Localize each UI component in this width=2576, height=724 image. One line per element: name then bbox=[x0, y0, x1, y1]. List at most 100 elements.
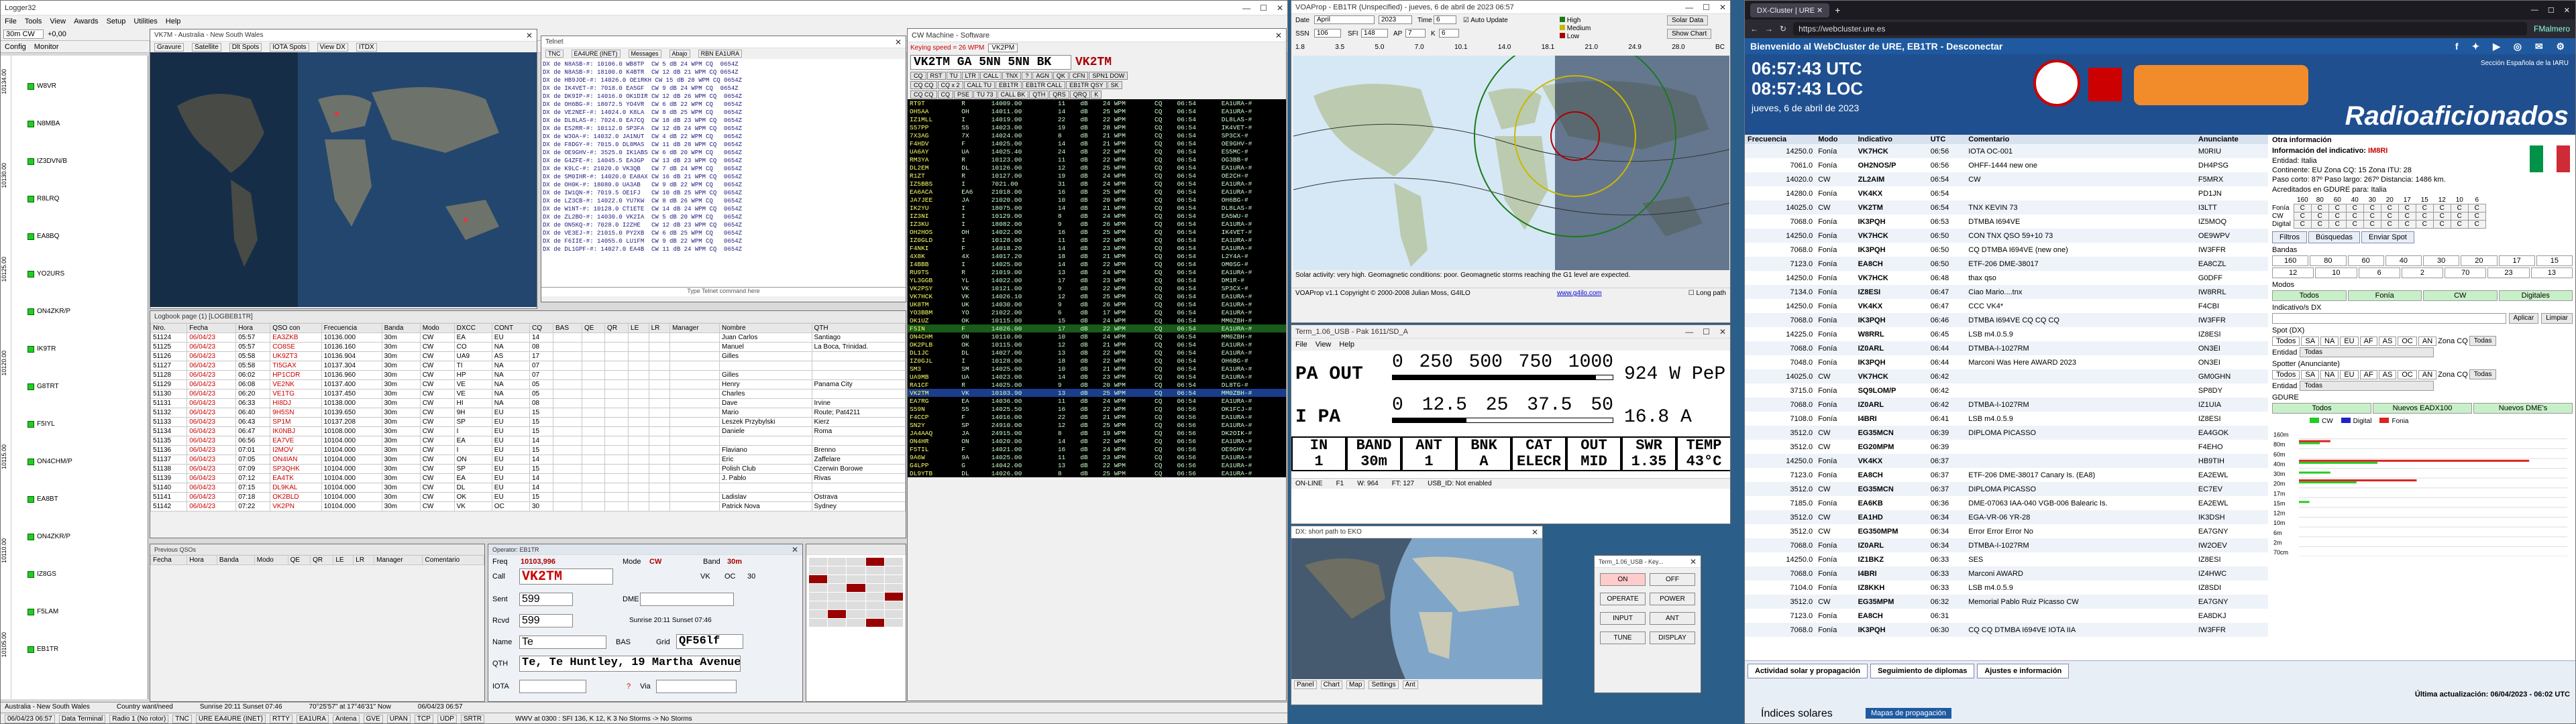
cw-macro-button[interactable]: QK bbox=[1053, 72, 1069, 80]
spot-cell[interactable]: VK7HCK bbox=[1856, 271, 1928, 285]
maximize-icon[interactable]: ☐ bbox=[1260, 3, 1267, 13]
award-cell[interactable]: C bbox=[2380, 220, 2399, 229]
cw-spot-row[interactable]: RU9TS R 21019.00 13 dB 24 WPM CQ 06:54 EA1URA-# bbox=[908, 268, 1286, 276]
bandmap-spot[interactable]: EB1TR bbox=[28, 646, 58, 653]
spots-header[interactable]: Comentario bbox=[1966, 135, 2196, 144]
logbook-header[interactable]: Manager bbox=[669, 323, 720, 333]
frequency-label[interactable]: 10.1 bbox=[1454, 44, 1467, 51]
g4ilo-link[interactable]: www.g4ilo.com bbox=[1557, 290, 1602, 297]
cw-macro-button[interactable]: LTR bbox=[961, 72, 979, 80]
cw-spot-row[interactable]: OH5AA OH 14011.00 14 dB 25 WPM CQ 06:54 EA1URA-# bbox=[908, 107, 1286, 115]
spot-cell[interactable]: VK4KX bbox=[1856, 299, 1928, 313]
cw-spot-row[interactable]: VK7HCK VK 14026.10 12 dB 25 WPM CQ 06:54 EA1URA-… bbox=[908, 292, 1286, 300]
telnet-tab[interactable]: Messages bbox=[628, 50, 661, 58]
band-value[interactable]: 30m bbox=[727, 558, 742, 566]
award-cell[interactable]: C bbox=[2398, 220, 2416, 229]
table-row[interactable]: 51127 06/04/23 05:58 TI5GAX 10137.304 30m CW TI… bbox=[150, 361, 906, 371]
cw-spot-row[interactable]: IK2YU I 18075.00 14 dB 21 WPM CQ 06:54 DL8LAS-# bbox=[908, 204, 1286, 212]
sfi-input[interactable]: 148 bbox=[1361, 29, 1388, 38]
spots-header[interactable]: Frecuencia bbox=[1745, 135, 1815, 144]
cw-spot-row[interactable]: G4LPP G 14042.00 13 dB 22 WPM CQ 06:56 EA1URA-# bbox=[908, 461, 1286, 469]
spot-cell[interactable]: VK4KX bbox=[1856, 186, 1928, 200]
table-row[interactable]: 51136 06/04/23 07:01 I2MOV 10104.000 30m CW I EU… bbox=[150, 445, 906, 455]
spot-row[interactable]: 7048.0 Fonía IK3PQH 06:44 Marconi Was Here A… bbox=[1745, 355, 2268, 369]
spot-row[interactable]: 7068.0 Fonía IK3PQH 06:46 DTMBA I694VE CQ CQ… bbox=[1745, 313, 2268, 327]
bandmap-spot[interactable]: F5LAM bbox=[28, 608, 58, 615]
telnet-tab[interactable]: Abajo bbox=[669, 50, 690, 58]
logbook-header[interactable]: QSO con bbox=[270, 323, 322, 333]
spot-row[interactable]: 14020.0 CW ZL2AIM 06:54 CW F5MRX bbox=[1745, 172, 2268, 186]
logbook-header[interactable]: Fecha bbox=[186, 323, 237, 333]
spot-cell[interactable]: EA1HD bbox=[1856, 510, 1928, 524]
cw-spot-row[interactable]: S57PP S5 14023.00 19 dB 28 WPM CQ 06:54 IK4VET-# bbox=[908, 123, 1286, 131]
term-key-button[interactable]: DISPLAY bbox=[1650, 631, 1695, 644]
spot-cell[interactable]: IZ0ARL bbox=[1856, 398, 1928, 412]
solar-data-button[interactable]: Solar Data bbox=[1667, 15, 1709, 25]
spotter-cq-zone-select[interactable]: Todas bbox=[2469, 369, 2497, 379]
term-key-button[interactable]: OFF bbox=[1650, 573, 1695, 586]
cw-spot-row[interactable]: I4BBB I 14025.00 14 dB 22 WPM CQ 06:54 OM0SG-# bbox=[908, 260, 1286, 268]
award-cell[interactable]: C bbox=[2310, 212, 2329, 221]
term-key-button[interactable]: OPERATE bbox=[1600, 593, 1646, 605]
spot-row[interactable]: 7123.0 Fonía EA8CH 06:50 ETF-206 DME-38017 EA… bbox=[1745, 257, 2268, 271]
continent-button[interactable]: OC bbox=[2398, 336, 2417, 346]
band-button[interactable]: 160 bbox=[2272, 255, 2309, 266]
cw-spot-row[interactable]: DL9YTB DL 14026.00 8 dB 25 WPM CQ 06:56 EA1URA-# bbox=[908, 469, 1286, 477]
bandmap-spot[interactable]: YO2URS bbox=[28, 270, 64, 278]
award-cell[interactable]: C bbox=[2398, 212, 2416, 221]
band-button[interactable]: 20 bbox=[2461, 255, 2498, 266]
logbook-header[interactable]: Nombre bbox=[719, 323, 812, 333]
ind-dx-input[interactable] bbox=[2272, 313, 2506, 324]
close-icon[interactable]: ✕ bbox=[526, 31, 533, 40]
cw-spot-row[interactable]: F5TIL F 14021.00 16 dB 24 WPM CQ 06:56 OE9GHV-# bbox=[908, 445, 1286, 453]
spots-header[interactable]: UTC bbox=[1928, 135, 1966, 144]
band-button[interactable]: 80 bbox=[2310, 255, 2347, 266]
spot-row[interactable]: 14025.0 CW VK2TM 06:54 TNX KEVIN 73 I3LTT bbox=[1745, 200, 2268, 215]
cw-spot-row[interactable]: F4HDV F 14025.00 14 dB 21 WPM CQ 06:54 OE9GHV-# bbox=[908, 139, 1286, 147]
cw-spot-row[interactable]: UA9MB UA 14023.00 14 dB 23 WPM CQ 06:54 EA1URA-# bbox=[908, 373, 1286, 381]
spot-row[interactable]: 14250.0 Fonía IZ1BKZ 06:33 SES IZ8ESI bbox=[1745, 552, 2268, 566]
spot-cell[interactable]: OH2NOS/P bbox=[1856, 158, 1928, 172]
bandmap-spot[interactable]: W8VR bbox=[28, 82, 56, 90]
map-tab[interactable]: ITDX bbox=[356, 42, 377, 52]
menu-item[interactable]: Tools bbox=[25, 17, 42, 25]
rcvd-input[interactable]: 599 bbox=[519, 614, 573, 627]
prev-header[interactable]: Comentario bbox=[422, 555, 484, 565]
spot-cell[interactable]: SQ9LOM/P bbox=[1856, 383, 1928, 398]
bandmap-spot[interactable]: EA8BT bbox=[28, 495, 58, 503]
spot-row[interactable]: 3715.0 Fonía SQ9LOM/P 06:42 SP8DY bbox=[1745, 383, 2268, 398]
menu-item[interactable]: View bbox=[50, 17, 66, 25]
close-icon[interactable]: ✕ bbox=[1277, 3, 1283, 13]
spot-cell[interactable]: IZ0ARL bbox=[1856, 341, 1928, 355]
cw-macro-button[interactable]: QRQ bbox=[1069, 90, 1091, 99]
cw-spot-row[interactable]: F4NKI F 14018.20 14 dB 23 WPM CQ 06:54 EA1URA-# bbox=[908, 244, 1286, 252]
cw-spot-row[interactable]: F4CCP F 14016.00 22 dB 21 WPM CQ 06:56 EA1URA-# bbox=[908, 413, 1286, 421]
award-cell[interactable]: C bbox=[2432, 212, 2451, 221]
show-chart-button[interactable]: Show Chart bbox=[1667, 29, 1712, 39]
new-tab-icon[interactable]: + bbox=[1835, 5, 1840, 15]
cw-spot-row[interactable]: IZ5BBS I 7021.00 31 dB 24 WPM CQ 06:54 EA1URA-# bbox=[908, 180, 1286, 188]
spot-row[interactable]: 7068.0 Fonía IZ0ARL 06:44 DTMBA-I-1027RM ON3E… bbox=[1745, 341, 2268, 355]
cw-spot-row[interactable]: DL1JC DL 14027.00 13 dB 22 WPM CQ 06:54 EA1URA-# bbox=[908, 349, 1286, 357]
dme-input[interactable] bbox=[640, 593, 734, 606]
spot-cell[interactable]: IK3PQH bbox=[1856, 313, 1928, 327]
spot-row[interactable]: 14250.0 Fonía VK7HCK 06:56 IOTA OC-001 M0RIU bbox=[1745, 144, 2268, 158]
gdure-button[interactable]: Nuevos DME's bbox=[2473, 403, 2573, 414]
table-row[interactable]: 51124 06/04/23 05:57 EA3ZKB 10136.000 30m CW EA… bbox=[150, 333, 906, 343]
award-cell[interactable]: C bbox=[2415, 220, 2434, 229]
spot-cell[interactable]: EG350MPM bbox=[1856, 524, 1928, 538]
logbook-header[interactable]: LE bbox=[628, 323, 649, 333]
cw-spot-row[interactable]: 4X8K 4X 14017.20 18 dB 21 WPM CQ 06:54 L2Y4A-# bbox=[908, 252, 1286, 260]
spot-row[interactable]: 3512.0 CW EG20MPM 06:39 F4EHO bbox=[1745, 440, 2268, 454]
award-cell[interactable]: C bbox=[2293, 220, 2312, 229]
bandmap-spot[interactable]: IZ3DVN/B bbox=[28, 158, 67, 165]
bottom-tab[interactable]: Seguimiento de diplomas bbox=[1870, 664, 1975, 678]
band-button[interactable]: 12 bbox=[2272, 267, 2314, 278]
prev-header[interactable]: Manager bbox=[374, 555, 423, 565]
award-cell[interactable]: C bbox=[2467, 204, 2486, 213]
award-cell[interactable]: C bbox=[2380, 204, 2399, 213]
award-cell[interactable]: C bbox=[2363, 212, 2381, 221]
spot-cell[interactable]: IZ0ARL bbox=[1856, 538, 1928, 552]
spot-row[interactable]: 3512.0 CW EG35MCN 06:39 DIPLOMA PICASSO EA4GO… bbox=[1745, 426, 2268, 440]
table-row[interactable]: 51142 06/04/23 07:22 VK2PN 10104.000 30m CW VK O… bbox=[150, 501, 906, 511]
